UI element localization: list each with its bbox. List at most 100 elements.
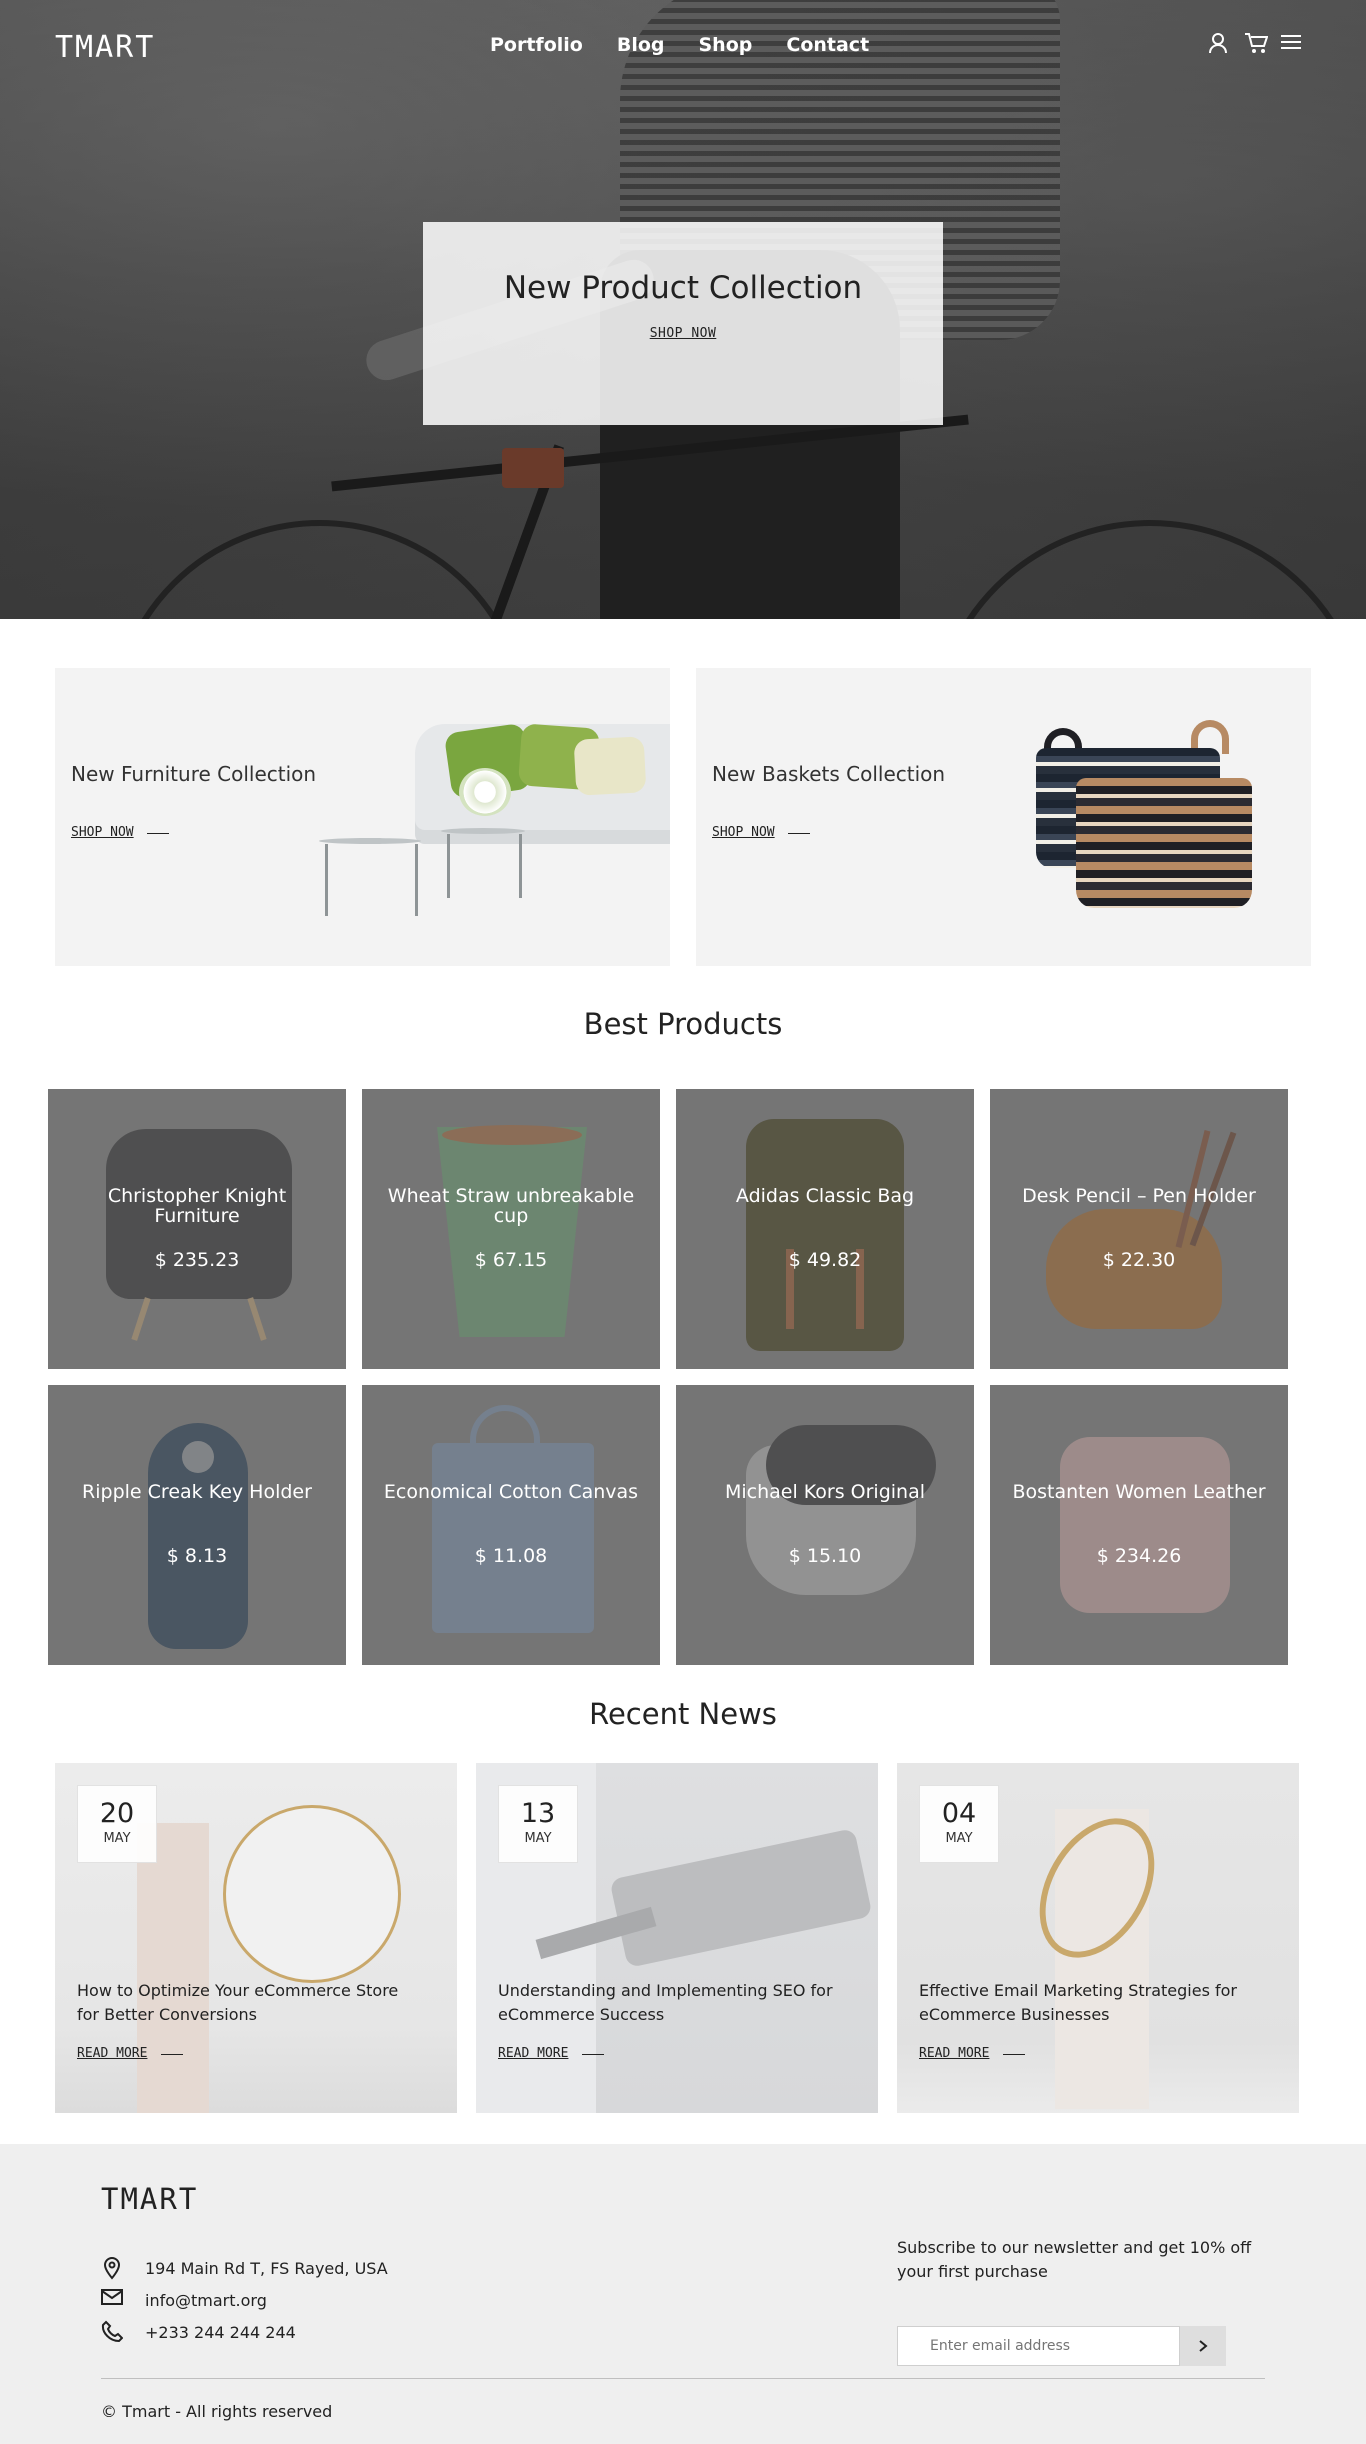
news-month: MAY [945,1831,973,1846]
table-leg [519,834,522,898]
product-card[interactable]: Economical Cotton Canvas $ 11.08 [362,1385,660,1665]
site-logo[interactable]: TMART [55,30,155,65]
chevron-right-icon [1199,2340,1208,2352]
hero-promo-card: New Product Collection SHOP NOW [423,222,943,425]
contact-info: 194 Main Rd T, FS Rayed, USA info@tmart.… [101,2252,388,2348]
news-date-badge: 13 MAY [498,1785,578,1863]
cart-icon[interactable] [1244,32,1269,54]
newsletter-form [897,2326,1226,2366]
collection-shop-now-link[interactable]: SHOP NOW [71,825,134,840]
furniture-collection-card[interactable]: New Furniture Collection SHOP NOW [55,668,670,966]
read-more-link[interactable]: READ MORE [919,2046,989,2061]
product-name: Desk Pencil – Pen Holder [1022,1185,1256,1207]
news-title[interactable]: How to Optimize Your eCommerce Store for… [77,1979,417,2027]
bicycle-bag [502,448,564,488]
product-card[interactable]: Michael Kors Original $ 15.10 [676,1385,974,1665]
news-card[interactable]: 04 MAY Effective Email Marketing Strateg… [897,1763,1299,2113]
product-overlay [676,1089,974,1369]
side-table [441,828,525,834]
collections-row: New Furniture Collection SHOP NOW New Ba… [55,668,1311,966]
contact-phone-row: +233 244 244 244 [101,2316,388,2348]
read-more-link[interactable]: READ MORE [77,2046,147,2061]
baskets-collection-card[interactable]: New Baskets Collection SHOP NOW [696,668,1311,966]
product-price: $ 22.30 [1102,1249,1176,1271]
link-dash [161,2054,183,2055]
contact-email-row: info@tmart.org [101,2284,388,2316]
contact-address: 194 Main Rd T, FS Rayed, USA [145,2258,388,2278]
menu-item-contact[interactable]: Contact [786,34,869,56]
best-products-title: Best Products [583,1007,783,1041]
product-overlay [990,1385,1288,1665]
product-overlay [362,1385,660,1665]
product-overlay [48,1385,346,1665]
product-price: $ 8.13 [166,1545,228,1567]
product-overlay [362,1089,660,1369]
flowers-image [459,768,511,816]
product-price: $ 49.82 [788,1249,862,1271]
link-dash [147,833,169,834]
header-icons [1208,32,1302,54]
news-day: 20 [99,1798,135,1829]
phone-icon [101,2320,125,2344]
product-overlay [990,1089,1288,1369]
link-dash [1003,2054,1025,2055]
product-card[interactable]: Ripple Creak Key Holder $ 8.13 [48,1385,346,1665]
copyright-text: © Tmart - All rights reserved [101,2402,333,2421]
newsletter-submit-button[interactable] [1180,2326,1226,2366]
collection-title: New Baskets Collection [712,762,946,786]
news-day: 13 [520,1798,556,1829]
collection-shop-now-link[interactable]: SHOP NOW [712,825,775,840]
link-dash [788,833,810,834]
link-dash [582,2054,604,2055]
product-overlay [48,1089,346,1369]
menu-item-portfolio[interactable]: Portfolio [490,34,583,56]
collection-title: New Furniture Collection [71,762,317,786]
user-icon[interactable] [1208,32,1230,54]
hamburger-menu-icon[interactable] [1280,32,1302,54]
table-leg [447,834,450,898]
product-name: Adidas Classic Bag [735,1185,915,1207]
product-card[interactable]: Christopher Knight Furniture $ 235.23 [48,1089,346,1369]
striped-basket-image [1076,778,1252,908]
footer-divider [101,2378,1265,2379]
news-card[interactable]: 20 MAY How to Optimize Your eCommerce St… [55,1763,457,2113]
product-card[interactable]: Desk Pencil – Pen Holder $ 22.30 [990,1089,1288,1369]
footer-logo[interactable]: TMART [101,2182,198,2216]
news-date-badge: 20 MAY [77,1785,157,1863]
main-menu: Portfolio Blog Shop Contact [490,34,869,56]
news-title[interactable]: Understanding and Implementing SEO for e… [498,1979,838,2027]
news-date-badge: 04 MAY [919,1785,999,1863]
news-month: MAY [524,1831,552,1846]
top-navigation: TMART Portfolio Blog Shop Contact [0,0,1366,95]
product-card[interactable]: Bostanten Women Leather $ 234.26 [990,1385,1288,1665]
hero-title: New Product Collection [503,270,863,306]
product-price: $ 15.10 [788,1545,862,1567]
product-name: Michael Kors Original [724,1481,926,1503]
menu-item-blog[interactable]: Blog [617,34,665,56]
hero-shop-now-link[interactable]: SHOP NOW [650,326,717,341]
newsletter-block: Subscribe to our newsletter and get 10% … [897,2236,1257,2366]
table-leg [325,844,328,916]
product-overlay [676,1385,974,1665]
cream-pillow [573,736,647,796]
contact-phone[interactable]: +233 244 244 244 [145,2323,296,2342]
envelope-icon [101,2288,125,2312]
news-day: 04 [941,1798,977,1829]
product-name: Wheat Straw unbreakable cup [387,1185,635,1227]
product-card[interactable]: Wheat Straw unbreakable cup $ 67.15 [362,1089,660,1369]
newsletter-text: Subscribe to our newsletter and get 10% … [897,2238,1252,2281]
recent-news-title: Recent News [589,1697,777,1731]
contact-email[interactable]: info@tmart.org [145,2291,267,2310]
news-card[interactable]: 13 MAY Understanding and Implementing SE… [476,1763,878,2113]
product-card[interactable]: Adidas Classic Bag $ 49.82 [676,1089,974,1369]
read-more-link[interactable]: READ MORE [498,2046,568,2061]
site-footer: TMART 194 Main Rd T, FS Rayed, USA info@… [0,2144,1366,2444]
product-price: $ 235.23 [154,1249,240,1271]
hero-section: TMART Portfolio Blog Shop Contact New Pr… [0,0,1366,619]
table-leg [415,844,418,916]
news-title[interactable]: Effective Email Marketing Strategies for… [919,1979,1259,2027]
product-price: $ 11.08 [474,1545,548,1567]
menu-item-shop[interactable]: Shop [699,34,753,56]
newsletter-email-input[interactable] [897,2326,1180,2366]
location-pin-icon [101,2256,125,2280]
